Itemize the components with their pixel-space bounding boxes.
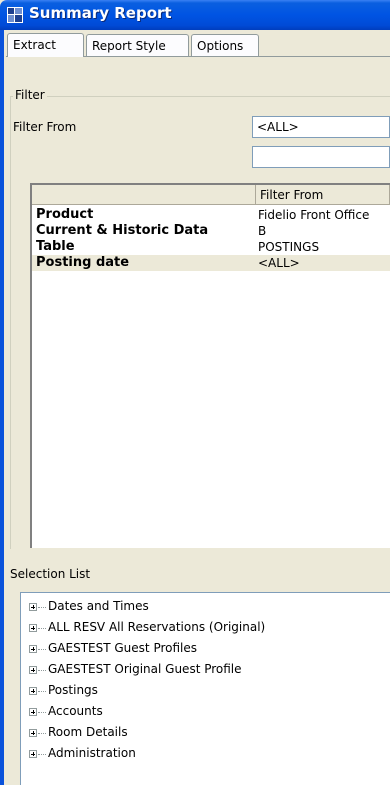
filter-secondary-input[interactable] [252, 146, 390, 168]
title-bar[interactable]: Summary Report [0, 0, 390, 30]
tree-item-label: GAESTEST Original Guest Profile [48, 662, 242, 676]
grid-row-posting-date[interactable]: Posting date <ALL> [32, 255, 390, 271]
app-icon [7, 7, 23, 23]
grid-row-value: POSTINGS [258, 240, 320, 254]
expand-plus-icon[interactable] [29, 624, 37, 632]
tab-extract[interactable]: Extract [7, 33, 84, 57]
grid-row-product[interactable]: Product Fidelio Front Office [32, 207, 390, 223]
tree-item-label: Postings [48, 683, 98, 697]
selection-tree[interactable]: Dates and Times ALL RESV All Reservation… [20, 592, 390, 785]
grid-row-current-historic[interactable]: Current & Historic Data B [32, 223, 390, 239]
window-title: Summary Report [29, 4, 172, 22]
tab-options[interactable]: Options [191, 34, 259, 56]
grid-row-label: Table [36, 239, 75, 254]
grid-row-value: <ALL> [258, 256, 300, 270]
expand-plus-icon[interactable] [29, 729, 37, 737]
grid-row-label: Posting date [36, 255, 130, 270]
grid-row-label: Product [36, 207, 94, 222]
tree-item-label: Administration [48, 746, 136, 760]
window-frame-left [0, 30, 4, 785]
grid-header-blank [32, 185, 256, 205]
expand-plus-icon[interactable] [29, 603, 37, 611]
tab-report-style[interactable]: Report Style [86, 34, 189, 56]
tree-connector [38, 628, 46, 629]
grid-row-label: Current & Historic Data [36, 223, 209, 238]
tree-connector [38, 733, 46, 734]
grid-row-table[interactable]: Table POSTINGS [32, 239, 390, 255]
grid-row-value: Fidelio Front Office [258, 208, 370, 222]
grid-header-filter-from[interactable]: Filter From [256, 185, 390, 205]
tree-item-label: Room Details [48, 725, 128, 739]
filter-grid[interactable]: Filter From Product Fidelio Front Office… [30, 183, 390, 548]
expand-plus-icon[interactable] [29, 708, 37, 716]
grid-row-value: B [258, 224, 267, 238]
tree-connector [38, 712, 46, 713]
selection-list-label: Selection List [10, 567, 91, 581]
tree-connector [38, 670, 46, 671]
tree-connector [38, 649, 46, 650]
expand-plus-icon[interactable] [29, 687, 37, 695]
expand-plus-icon[interactable] [29, 645, 37, 653]
tree-item-label: Accounts [48, 704, 103, 718]
tree-item-label: ALL RESV All Reservations (Original) [48, 620, 266, 634]
filter-from-input[interactable] [252, 116, 390, 138]
grid-header-row: Filter From [32, 185, 390, 205]
expand-plus-icon[interactable] [29, 666, 37, 674]
tree-connector [38, 607, 46, 608]
filter-from-label: Filter From [13, 120, 77, 134]
tree-connector [38, 691, 46, 692]
tree-connector [38, 754, 46, 755]
expand-plus-icon[interactable] [29, 750, 37, 758]
tree-item-label: Dates and Times [48, 599, 149, 613]
tree-item-label: GAESTEST Guest Profiles [48, 641, 198, 655]
filter-group-label: Filter [13, 88, 47, 102]
